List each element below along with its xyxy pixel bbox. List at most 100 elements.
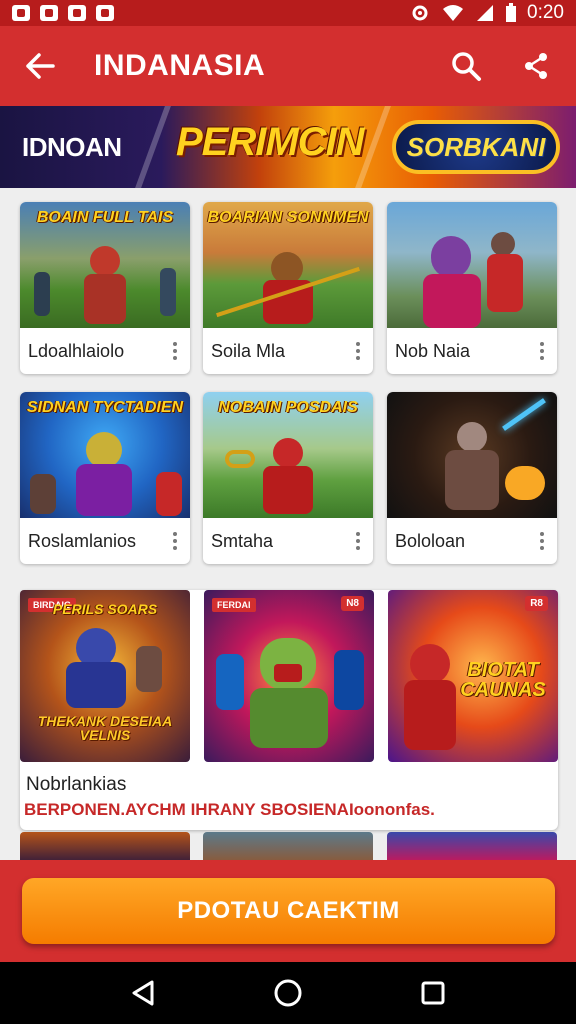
gear-icon <box>412 5 428 21</box>
banner-center-text: PERIMCIN <box>176 120 365 164</box>
featured-thumbnail: R8 BIOTAT CAUNAS <box>388 590 558 762</box>
bottom-action-bar: PDOTAU CAEKTIM <box>0 860 576 962</box>
system-navigation-bar <box>0 962 576 1024</box>
game-thumbnail: BOARIAN SONNMEN <box>203 202 373 328</box>
character-figure <box>431 236 471 278</box>
primary-action-button[interactable]: PDOTAU CAEKTIM <box>22 878 555 944</box>
game-thumbnail: SIDNAN TYCTADIEN <box>20 392 190 518</box>
game-thumbnail: NOBAIN POSDAIS <box>203 392 373 518</box>
status-time: 0:20 <box>527 2 564 23</box>
character-figure <box>76 464 132 516</box>
featured-thumbnail: FERDAI N8 <box>204 590 374 762</box>
screen: 0:20 INDANASIA IDNOAN PERIMCIN SORBKANI <box>0 0 576 1024</box>
game-card[interactable]: Bololoan <box>387 392 557 564</box>
search-button[interactable] <box>446 46 486 86</box>
game-label: Bololoan <box>395 530 466 551</box>
wifi-icon <box>443 5 464 21</box>
treasure-object <box>505 466 545 500</box>
character-figure <box>487 254 523 312</box>
youtube-notification-icon <box>96 5 114 21</box>
game-label: Soila Mla <box>211 340 286 361</box>
signal-icon <box>477 5 494 21</box>
game-thumbnail-peek[interactable] <box>387 832 557 862</box>
share-icon <box>525 53 547 79</box>
game-card[interactable]: Nob Naia <box>387 202 557 374</box>
thumbnail-title: BOAIN FULL TAIS <box>36 209 174 226</box>
nav-back-button[interactable] <box>123 973 163 1013</box>
banner-streak <box>135 106 171 188</box>
app-bar: INDANASIA <box>0 26 576 106</box>
notification-icon <box>12 5 30 21</box>
game-label: Roslamlanios <box>28 530 137 551</box>
character-figure <box>334 650 364 710</box>
game-card[interactable]: NOBAIN POSDAIS Smtaha <box>203 392 373 564</box>
featured-badge: FERDAI <box>212 598 256 612</box>
character-figure <box>66 662 126 708</box>
promo-banner[interactable]: IDNOAN PERIMCIN SORBKANI <box>0 106 576 188</box>
banner-left-text: IDNOAN <box>22 132 122 162</box>
status-bar: 0:20 <box>0 0 576 26</box>
lock-notification-icon <box>40 5 58 21</box>
square-recents-icon <box>421 981 445 1005</box>
game-thumbnail-peek[interactable] <box>20 832 190 862</box>
game-thumbnail <box>387 392 557 518</box>
circle-home-icon <box>274 979 302 1007</box>
thumbnail-title: SIDNAN TYCTADIEN <box>26 399 184 416</box>
corner-badge: R8 <box>525 596 548 611</box>
lightning-effect <box>502 398 546 431</box>
triangle-back-icon <box>132 980 154 1006</box>
character-figure <box>263 466 313 514</box>
game-card[interactable]: BOAIN FULL TAIS Ldoalhlaiolo <box>20 202 190 374</box>
more-options-icon[interactable] <box>351 340 365 362</box>
monster-mouth <box>274 664 302 682</box>
thumbnail-title: NOBAIN POSDAIS <box>218 399 358 416</box>
thumbnail-title: BIOTAT CAUNAS <box>460 659 546 701</box>
nav-home-button[interactable] <box>268 973 308 1013</box>
game-thumbnail-peek[interactable] <box>203 832 373 862</box>
featured-title: Nobrlankias <box>26 774 127 795</box>
game-card[interactable]: BOARIAN SONNMEN Soila Mla <box>203 202 373 374</box>
featured-card[interactable]: BIRDAIG PERILS SOARS THEKANK DESEIAA VEL… <box>20 590 558 830</box>
image-notification-icon <box>68 5 86 21</box>
banner-logo: SORBKANI <box>392 120 560 174</box>
game-thumbnail <box>387 202 557 328</box>
more-options-icon[interactable] <box>535 530 549 552</box>
more-options-icon[interactable] <box>351 530 365 552</box>
game-label: Ldoalhlaiolo <box>28 340 125 361</box>
more-options-icon[interactable] <box>535 340 549 362</box>
featured-thumbnail: BIRDAIG PERILS SOARS THEKANK DESEIAA VEL… <box>20 590 190 762</box>
character-figure <box>136 646 162 692</box>
thumbnail-title: BOARIAN SONNMEN <box>207 209 369 226</box>
character-figure <box>90 246 120 276</box>
nav-recents-button[interactable] <box>413 973 453 1013</box>
more-options-icon[interactable] <box>168 530 182 552</box>
game-label: Nob Naia <box>395 340 471 361</box>
more-options-icon[interactable] <box>168 340 182 362</box>
corner-badge: N8 <box>341 596 364 611</box>
game-card[interactable]: SIDNAN TYCTADIEN Roslamlanios <box>20 392 190 564</box>
character-figure <box>84 274 126 324</box>
character-figure <box>216 654 244 710</box>
character-figure <box>86 432 122 468</box>
arrow-left-icon <box>26 53 55 79</box>
game-label: Smtaha <box>211 530 274 551</box>
character-figure <box>30 474 56 514</box>
character-figure <box>445 450 499 510</box>
character-figure <box>273 438 303 468</box>
character-figure <box>160 268 176 316</box>
character-figure <box>491 232 515 256</box>
banner-right-text: SORBKANI <box>406 131 546 162</box>
character-figure <box>423 274 481 328</box>
thumbnail-subtitle: THEKANK DESEIAA VELNIS <box>37 713 173 743</box>
whip-weapon <box>225 450 255 468</box>
character-figure <box>34 272 50 316</box>
back-button[interactable] <box>20 46 60 86</box>
character-figure <box>410 644 450 684</box>
monster-figure <box>250 688 328 748</box>
battery-icon <box>506 3 517 22</box>
game-thumbnail: BOAIN FULL TAIS <box>20 202 190 328</box>
share-button[interactable] <box>516 46 556 86</box>
game-grid: BOAIN FULL TAIS Ldoalhlaiolo BOARIAN SON… <box>0 188 576 862</box>
character-figure <box>156 472 182 516</box>
featured-description: BERPONEN.AYCHM IHRANY SBOSIENAIoononfas. <box>24 800 435 819</box>
